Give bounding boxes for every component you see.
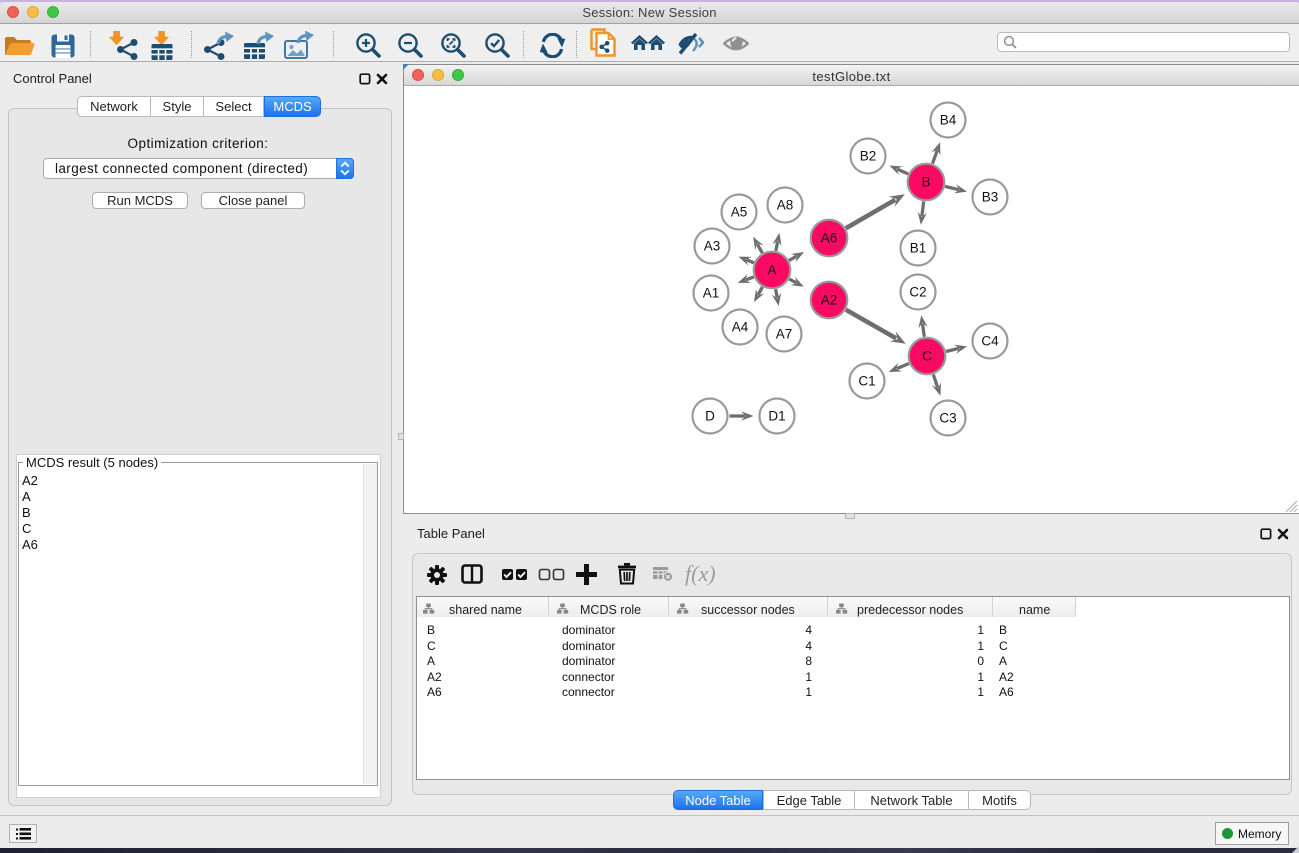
- svg-text:A: A: [767, 263, 776, 278]
- svg-text:A3: A3: [704, 239, 721, 254]
- svg-text:B2: B2: [860, 149, 877, 164]
- svg-text:B3: B3: [982, 190, 999, 205]
- svg-text:C2: C2: [909, 285, 926, 300]
- svg-text:A5: A5: [731, 205, 748, 220]
- svg-text:C4: C4: [981, 334, 999, 349]
- svg-text:A6: A6: [821, 231, 838, 246]
- svg-text:A1: A1: [703, 286, 720, 301]
- svg-text:C1: C1: [858, 374, 875, 389]
- svg-text:A2: A2: [821, 293, 838, 308]
- svg-text:A8: A8: [777, 198, 794, 213]
- svg-text:A4: A4: [732, 320, 749, 335]
- svg-text:C3: C3: [939, 411, 956, 426]
- svg-text:A7: A7: [776, 327, 793, 342]
- svg-text:C: C: [922, 349, 932, 364]
- svg-text:D1: D1: [768, 409, 785, 424]
- svg-text:B1: B1: [910, 241, 927, 256]
- svg-text:B4: B4: [940, 113, 957, 128]
- svg-text:B: B: [921, 175, 930, 190]
- svg-text:D: D: [705, 409, 715, 424]
